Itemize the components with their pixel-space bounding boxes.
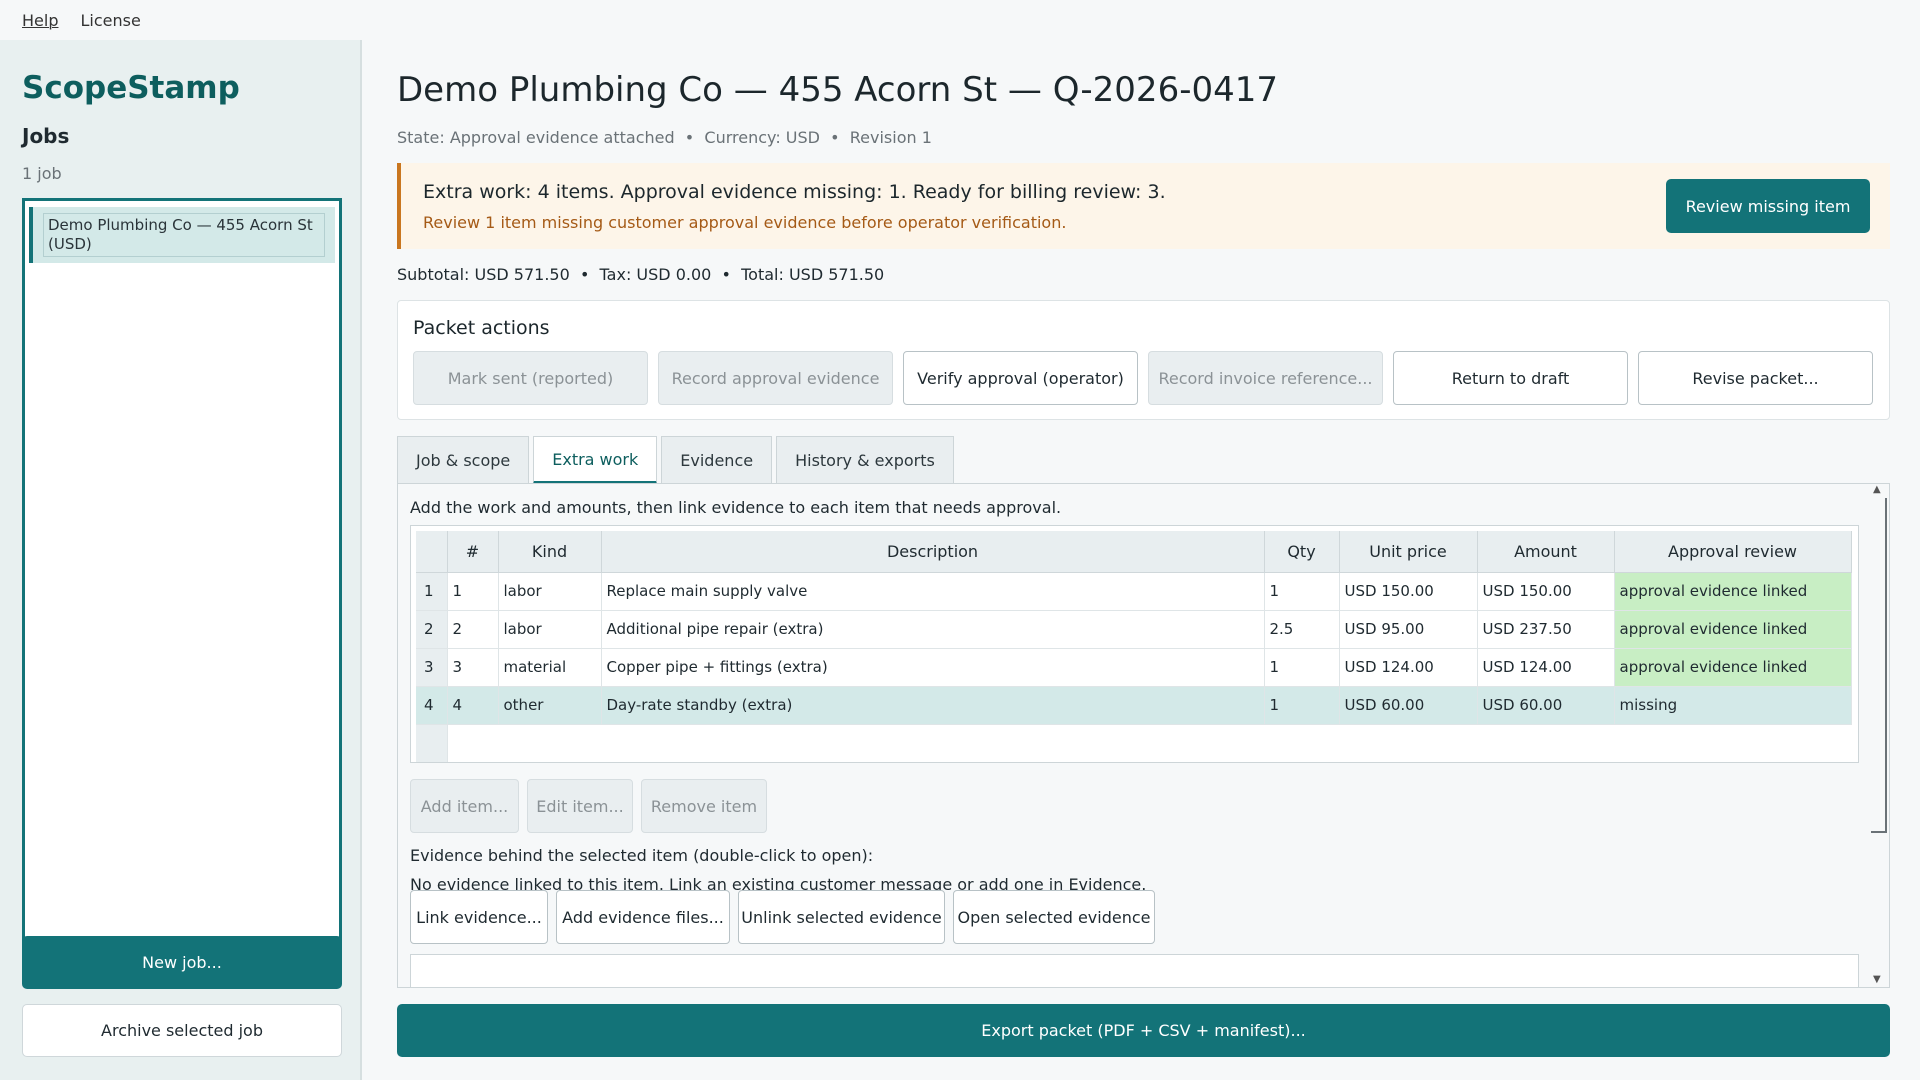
- job-list-item-label: Demo Plumbing Co — 455 Acorn St (USD): [43, 213, 325, 257]
- cell-unit-price: USD 60.00: [1339, 686, 1478, 725]
- link-evidence-button[interactable]: Link evidence...: [410, 890, 548, 944]
- cell-description: Replace main supply valve: [601, 572, 1265, 611]
- main-content: Demo Plumbing Co — 455 Acorn St — Q-2026…: [397, 40, 1890, 1080]
- cell-unit-price: USD 95.00: [1339, 610, 1478, 649]
- cell-kind: labor: [498, 610, 602, 649]
- cell-qty: 1: [1264, 686, 1340, 725]
- add-item-button[interactable]: Add item...: [410, 779, 519, 833]
- row-number: 1: [416, 572, 448, 611]
- cell-kind: other: [498, 686, 602, 725]
- scroll-down-icon[interactable]: ▼: [1873, 974, 1881, 985]
- cell-kind: material: [498, 648, 602, 687]
- tab-evidence[interactable]: Evidence: [661, 436, 773, 484]
- cell-number: 2: [447, 610, 499, 649]
- archive-job-button[interactable]: Archive selected job: [22, 1004, 342, 1057]
- row-number: 4: [416, 686, 448, 725]
- tab-job-scope[interactable]: Job & scope: [397, 436, 530, 484]
- extra-work-panel: Add the work and amounts, then link evid…: [397, 483, 1890, 988]
- menubar: Help License: [0, 0, 1920, 40]
- verify-approval-button[interactable]: Verify approval (operator): [903, 351, 1138, 405]
- cell-amount: USD 60.00: [1477, 686, 1615, 725]
- record-approval-evidence-button[interactable]: Record approval evidence: [658, 351, 893, 405]
- app-brand: ScopeStamp: [22, 70, 240, 106]
- evidence-label: Evidence behind the selected item (doubl…: [410, 846, 874, 865]
- table-row[interactable]: 1 1 labor Replace main supply valve 1 US…: [416, 572, 1852, 611]
- cell-unit-price: USD 150.00: [1339, 572, 1478, 611]
- table-row-empty: [416, 724, 1851, 762]
- packet-actions-panel: Packet actions Mark sent (reported) Reco…: [397, 300, 1890, 420]
- table-row[interactable]: 3 3 material Copper pipe + fittings (ext…: [416, 648, 1852, 687]
- sidebar: ScopeStamp Jobs 1 job Demo Plumbing Co —…: [0, 40, 362, 1080]
- cell-approval-review: approval evidence linked: [1614, 648, 1852, 687]
- banner-title: Extra work: 4 items. Approval evidence m…: [423, 181, 1166, 203]
- cell-approval-review: approval evidence linked: [1614, 610, 1852, 649]
- record-invoice-reference-button[interactable]: Record invoice reference...: [1148, 351, 1383, 405]
- row-header-corner: [416, 531, 448, 573]
- cell-qty: 2.5: [1264, 610, 1340, 649]
- column-header-amount[interactable]: Amount: [1477, 531, 1615, 573]
- evidence-list[interactable]: [410, 954, 1859, 987]
- tab-history-exports[interactable]: History & exports: [776, 436, 954, 484]
- column-header-unit-price[interactable]: Unit price: [1339, 531, 1478, 573]
- banner-subtitle: Review 1 item missing customer approval …: [423, 213, 1067, 232]
- panel-scrollbar[interactable]: ▲ ▼: [1871, 484, 1887, 987]
- menu-help[interactable]: Help: [22, 11, 58, 30]
- remove-item-button[interactable]: Remove item: [641, 779, 767, 833]
- jobs-heading: Jobs: [22, 124, 70, 148]
- open-evidence-button[interactable]: Open selected evidence: [953, 890, 1155, 944]
- tab-bar: Job & scope Extra work Evidence History …: [397, 436, 954, 484]
- cell-amount: USD 124.00: [1477, 648, 1615, 687]
- row-number: 3: [416, 648, 448, 687]
- cell-kind: labor: [498, 572, 602, 611]
- cell-number: 1: [447, 572, 499, 611]
- table-row-selected[interactable]: 4 4 other Day-rate standby (extra) 1 USD…: [416, 686, 1852, 725]
- cell-number: 3: [447, 648, 499, 687]
- edit-item-button[interactable]: Edit item...: [527, 779, 633, 833]
- column-header-qty[interactable]: Qty: [1264, 531, 1340, 573]
- job-meta: State: Approval evidence attached • Curr…: [397, 128, 932, 147]
- cell-description: Day-rate standby (extra): [601, 686, 1265, 725]
- row-number-empty: [416, 724, 448, 762]
- empty-row-space: [447, 724, 1851, 762]
- status-banner: Extra work: 4 items. Approval evidence m…: [397, 163, 1890, 249]
- review-missing-button[interactable]: Review missing item: [1666, 179, 1870, 233]
- cell-approval-review: approval evidence linked: [1614, 572, 1852, 611]
- cell-amount: USD 237.50: [1477, 610, 1615, 649]
- cell-description: Additional pipe repair (extra): [601, 610, 1265, 649]
- extra-work-intro: Add the work and amounts, then link evid…: [410, 498, 1062, 517]
- cell-unit-price: USD 124.00: [1339, 648, 1478, 687]
- jobs-list[interactable]: Demo Plumbing Co — 455 Acorn St (USD): [22, 198, 342, 960]
- scrollbar-thumb[interactable]: [1871, 498, 1887, 833]
- extra-work-table[interactable]: # Kind Description Qty Unit price Amount…: [410, 525, 1859, 763]
- job-list-item[interactable]: Demo Plumbing Co — 455 Acorn St (USD): [29, 207, 335, 263]
- export-packet-button[interactable]: Export packet (PDF + CSV + manifest)...: [397, 1004, 1890, 1057]
- tab-extra-work[interactable]: Extra work: [533, 436, 658, 484]
- cell-qty: 1: [1264, 648, 1340, 687]
- jobs-count: 1 job: [22, 164, 62, 183]
- totals-summary: Subtotal: USD 571.50 • Tax: USD 0.00 • T…: [397, 265, 885, 284]
- column-header-description[interactable]: Description: [601, 531, 1265, 573]
- page-title: Demo Plumbing Co — 455 Acorn St — Q-2026…: [397, 70, 1278, 110]
- cell-approval-review: missing: [1614, 686, 1852, 725]
- cell-qty: 1: [1264, 572, 1340, 611]
- column-header-number[interactable]: #: [447, 531, 499, 573]
- unlink-evidence-button[interactable]: Unlink selected evidence: [738, 890, 945, 944]
- packet-actions-title: Packet actions: [413, 317, 550, 339]
- cell-description: Copper pipe + fittings (extra): [601, 648, 1265, 687]
- scroll-up-icon[interactable]: ▲: [1873, 484, 1881, 495]
- mark-sent-button[interactable]: Mark sent (reported): [413, 351, 648, 405]
- add-evidence-files-button[interactable]: Add evidence files...: [556, 890, 730, 944]
- cell-amount: USD 150.00: [1477, 572, 1615, 611]
- column-header-kind[interactable]: Kind: [498, 531, 602, 573]
- column-header-approval-review[interactable]: Approval review: [1614, 531, 1852, 573]
- return-to-draft-button[interactable]: Return to draft: [1393, 351, 1628, 405]
- table-row[interactable]: 2 2 labor Additional pipe repair (extra)…: [416, 610, 1852, 649]
- revise-packet-button[interactable]: Revise packet...: [1638, 351, 1873, 405]
- cell-number: 4: [447, 686, 499, 725]
- new-job-button[interactable]: New job...: [22, 936, 342, 989]
- row-number: 2: [416, 610, 448, 649]
- menu-license[interactable]: License: [80, 11, 140, 30]
